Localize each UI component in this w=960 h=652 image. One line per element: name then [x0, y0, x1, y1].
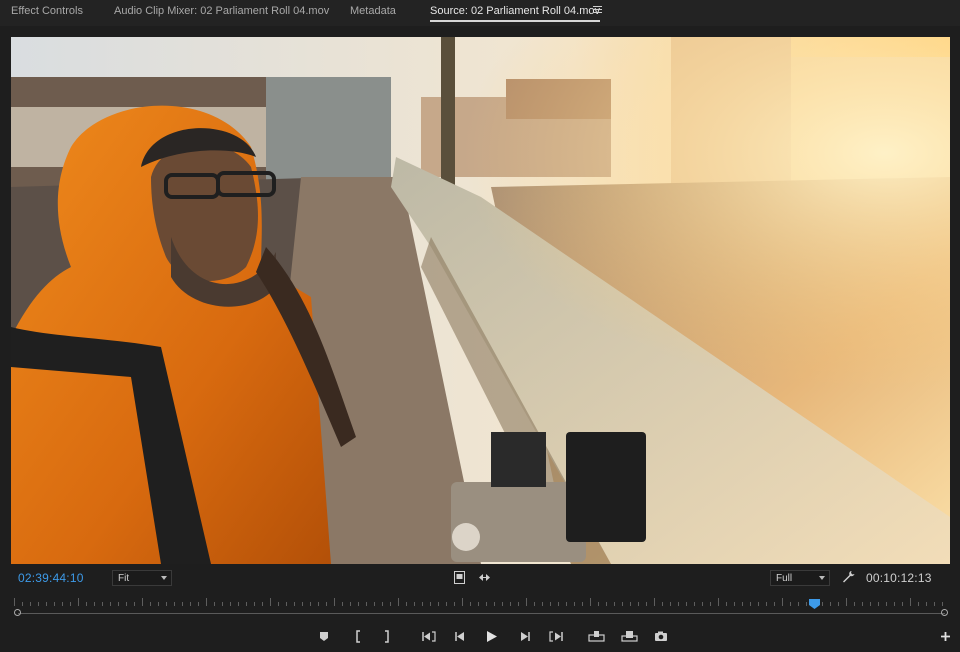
resolution-value: Full — [776, 573, 793, 584]
zoom-scroll-track[interactable] — [18, 613, 945, 614]
hamburger-icon[interactable] — [593, 6, 602, 16]
drag-video-only-icon[interactable] — [453, 570, 465, 584]
zoom-handle-right[interactable] — [941, 609, 948, 616]
drag-audio-only-icon[interactable] — [477, 571, 491, 583]
step-forward-icon[interactable] — [517, 628, 533, 644]
source-monitor-frame — [11, 37, 950, 564]
add-button-icon[interactable] — [937, 628, 953, 644]
wrench-icon[interactable] — [841, 569, 855, 583]
current-timecode[interactable]: 02:39:44:10 — [18, 571, 84, 585]
chevron-down-icon — [161, 576, 167, 580]
video-frame-image — [11, 37, 950, 564]
zoom-level-value: Fit — [118, 573, 130, 584]
chevron-down-icon — [819, 576, 825, 580]
tab-audio-clip-mixer[interactable]: Audio Clip Mixer: 02 Parliament Roll 04.… — [114, 0, 329, 24]
zoom-level-dropdown[interactable]: Fit — [112, 570, 172, 586]
zoom-handle-left[interactable] — [14, 609, 21, 616]
mark-out-icon[interactable] — [379, 628, 395, 644]
add-marker-icon[interactable] — [316, 628, 332, 644]
step-back-icon[interactable] — [452, 628, 468, 644]
time-ruler[interactable] — [14, 598, 948, 606]
tab-effect-controls[interactable]: Effect Controls — [11, 0, 83, 24]
playhead-marker[interactable] — [808, 596, 820, 609]
insert-icon[interactable] — [587, 628, 605, 644]
mark-in-icon[interactable] — [350, 628, 366, 644]
panel-tab-bar: Effect Controls Audio Clip Mixer: 02 Par… — [0, 0, 960, 26]
duration-timecode: 00:10:12:13 — [866, 571, 932, 585]
tab-source[interactable]: Source: 02 Parliament Roll 04.mov — [430, 0, 600, 22]
overwrite-icon[interactable] — [620, 628, 638, 644]
go-to-in-icon[interactable] — [420, 628, 436, 644]
export-frame-icon[interactable] — [653, 628, 669, 644]
play-icon[interactable] — [484, 628, 500, 644]
go-to-out-icon[interactable] — [548, 628, 564, 644]
playback-resolution-dropdown[interactable]: Full — [770, 570, 830, 586]
tab-metadata[interactable]: Metadata — [350, 0, 396, 24]
